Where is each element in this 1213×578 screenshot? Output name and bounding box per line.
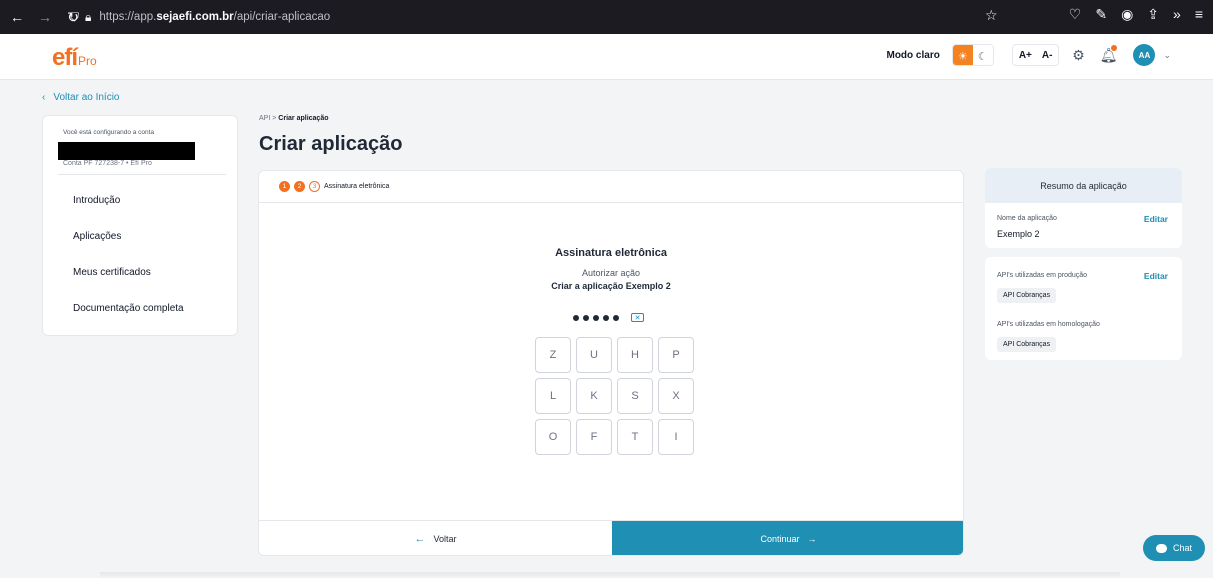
homolog-apis-label: API's utilizadas em homologação [997, 321, 1100, 328]
arrow-right-icon: → [807, 534, 817, 544]
gear-icon[interactable]: ⚙ [1067, 44, 1089, 66]
app-header: efíPro Modo claro ☀ ☾ A+ A- ⚙ 🔔︎ AA ⌄ [0, 34, 1213, 80]
chat-button[interactable]: Chat [1143, 535, 1205, 561]
shield-icon: ⛉ [70, 9, 80, 24]
key-button[interactable]: T [617, 419, 653, 455]
signature-subtitle: Autorizar ação [581, 268, 641, 278]
key-button[interactable]: Z [535, 337, 571, 373]
key-button[interactable]: U [576, 337, 612, 373]
signature-action: Criar a aplicação Exemplo 2 [551, 281, 671, 291]
divider [58, 174, 226, 175]
account-icon[interactable]: ◉ [1121, 6, 1133, 23]
font-increase-button[interactable]: A+ [1019, 50, 1032, 61]
menu-icon[interactable]: ≡ [1195, 6, 1203, 23]
app-name-value: Exemplo 2 [997, 229, 1040, 239]
moon-icon[interactable]: ☾ [972, 45, 993, 65]
password-dots: ✕ [573, 313, 644, 322]
sidebar-item-introducao[interactable]: Introdução [73, 195, 120, 206]
avatar[interactable]: AA [1133, 44, 1156, 66]
step-label: Assinatura eletrônica [324, 183, 390, 190]
edit-name-button[interactable]: Editar [1144, 214, 1168, 224]
breadcrumb: API > Criar aplicação [259, 115, 329, 122]
homolog-api-chip: API Cobranças [997, 337, 1057, 352]
breadcrumb-api[interactable]: API [259, 115, 270, 122]
key-button[interactable]: L [535, 378, 571, 414]
password-dot [573, 314, 579, 321]
stepper: 1 2 3 Assinatura eletrônica [279, 181, 389, 192]
key-button[interactable]: S [617, 378, 653, 414]
password-dot [583, 314, 589, 321]
account-sub: Conta PF 727238-7 • Efí Pro [63, 160, 152, 167]
chat-bubble-icon [1155, 543, 1167, 553]
key-button[interactable]: K [576, 378, 612, 414]
password-dot [613, 314, 619, 321]
sidebar-item-certificados[interactable]: Meus certificados [73, 267, 151, 278]
font-decrease-button[interactable]: A- [1042, 50, 1053, 61]
chevron-left-icon: ‹ [42, 92, 46, 103]
summary-header: Resumo da aplicação [985, 168, 1182, 203]
back-button[interactable]: ← Voltar [259, 521, 612, 555]
app-name-label: Nome da aplicação [997, 215, 1057, 222]
chevron-down-icon[interactable]: ⌄ [1163, 50, 1171, 61]
step-3: 3 [309, 181, 320, 192]
password-dot [593, 314, 599, 321]
overflow-icon[interactable]: » [1173, 6, 1181, 23]
back-arrow-icon[interactable]: ← [6, 6, 28, 28]
key-button[interactable]: P [658, 337, 694, 373]
url-text[interactable]: https://app.sejaefi.com.br/api/criar-apl… [99, 11, 330, 23]
key-button[interactable]: I [658, 419, 694, 455]
summary-apis-section: API's utilizadas em produção Editar API … [985, 257, 1182, 360]
key-button[interactable]: H [617, 337, 653, 373]
lock-icon: 🔒︎ [85, 9, 92, 24]
signature-card: 1 2 3 Assinatura eletrônica Assinatura e… [258, 170, 964, 556]
arrow-left-icon: ← [414, 533, 426, 545]
account-label: Você está configurando a conta [63, 129, 155, 136]
key-button[interactable]: X [658, 378, 694, 414]
bell-icon[interactable]: 🔔︎ [1097, 44, 1119, 66]
browser-toolbar: ← → ↻ ⛉ 🔒︎ https://app.sejaefi.com.br/ap… [0, 0, 1213, 34]
extension-icon[interactable]: ✎ [1095, 6, 1107, 23]
step-2: 2 [294, 181, 305, 192]
theme-label: Modo claro [886, 49, 940, 61]
step-1: 1 [279, 181, 290, 192]
key-button[interactable]: F [576, 419, 612, 455]
back-to-home-link[interactable]: ‹ Voltar ao Início [42, 92, 120, 103]
continue-button[interactable]: Continuar → [612, 521, 963, 555]
bookmark-star-icon[interactable]: ☆ [985, 7, 998, 24]
summary-name-section: Nome da aplicação Editar Exemplo 2 [985, 203, 1182, 248]
signature-title: Assinatura eletrônica [555, 247, 667, 259]
page-bottom-edge [100, 572, 1120, 578]
efi-logo[interactable]: efíPro [52, 44, 97, 72]
account-redaction [58, 142, 195, 160]
sidebar-item-aplicacoes[interactable]: Aplicações [73, 231, 121, 242]
breadcrumb-current: Criar aplicação [278, 115, 329, 122]
font-size-control: A+ A- [1011, 44, 1060, 66]
pocket-icon[interactable]: ♡ [1069, 6, 1082, 23]
sun-icon[interactable]: ☀ [952, 45, 973, 65]
share-icon[interactable]: ⇪ [1147, 6, 1159, 23]
notification-dot [1111, 45, 1118, 51]
backspace-icon[interactable]: ✕ [631, 313, 644, 322]
edit-apis-button[interactable]: Editar [1144, 271, 1168, 281]
keypad: Z U H P L K S X O F T I [535, 337, 694, 455]
theme-toggle[interactable]: ☀ ☾ [951, 44, 994, 66]
forward-arrow-icon[interactable]: → [34, 6, 56, 28]
page-title: Criar aplicação [259, 133, 403, 155]
prod-api-chip: API Cobranças [997, 288, 1057, 303]
prod-apis-label: API's utilizadas em produção [997, 272, 1088, 279]
key-button[interactable]: O [535, 419, 571, 455]
sidebar-item-documentacao[interactable]: Documentação completa [73, 303, 184, 314]
sidebar: Você está configurando a conta Conta PF … [42, 115, 238, 336]
password-dot [603, 314, 609, 321]
url-bar[interactable]: ⛉ 🔒︎ https://app.sejaefi.com.br/api/cria… [70, 5, 1170, 29]
divider [259, 202, 963, 203]
